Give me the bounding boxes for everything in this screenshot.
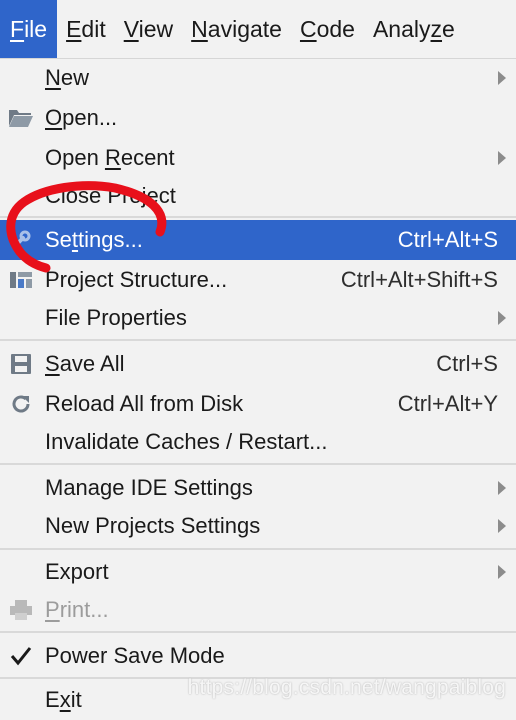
menu-item-open[interactable]: Open... — [0, 98, 516, 138]
printer-icon — [8, 597, 34, 623]
shortcut-label: Ctrl+Alt+Y — [397, 391, 498, 416]
menu-item-label: Export — [45, 559, 109, 584]
submenu-arrow-icon — [498, 71, 506, 85]
menu-view[interactable]: View — [115, 0, 182, 58]
menu-item-label: Power Save Mode — [45, 643, 225, 668]
reload-icon — [8, 391, 34, 417]
watermark-text: https://blog.csdn.net/wangpaiblog — [187, 676, 506, 699]
menu-code[interactable]: Code — [291, 0, 364, 58]
menu-edit[interactable]: Edit — [57, 0, 115, 58]
menu-separator — [0, 216, 516, 218]
submenu-arrow-icon — [498, 151, 506, 165]
folder-icon — [8, 105, 34, 131]
menu-item-save-all[interactable]: Save All Ctrl+S — [0, 344, 516, 384]
menu-analyze[interactable]: Analyze — [364, 0, 464, 58]
submenu-arrow-icon — [498, 519, 506, 533]
menu-item-export[interactable]: Export — [0, 552, 516, 592]
checkmark-icon — [8, 643, 34, 669]
menu-item-label: Manage IDE Settings — [45, 475, 253, 500]
menu-item-label: Open... — [45, 105, 118, 130]
menu-item-label: Save All — [45, 351, 125, 376]
menu-item-label: Project Structure... — [45, 267, 228, 292]
menu-separator — [0, 339, 516, 341]
menu-file[interactable]: File — [0, 0, 58, 58]
menu-item-settings[interactable]: Settings... Ctrl+Alt+S — [0, 220, 516, 260]
menu-item-label: New Projects Settings — [45, 513, 261, 538]
shortcut-label: Ctrl+Alt+S — [397, 227, 498, 252]
menu-separator — [0, 548, 516, 550]
menu-item-label: Reload All from Disk — [45, 391, 244, 416]
menu-item-power-save-mode[interactable]: Power Save Mode — [0, 636, 516, 676]
menu-item-new-projects-settings[interactable]: New Projects Settings — [0, 506, 516, 546]
menu-item-label: Print... — [45, 597, 109, 622]
menu-navigate[interactable]: Navigate — [182, 0, 291, 58]
menu-item-label: Close Project — [45, 183, 176, 208]
menu-item-label: Invalidate Caches / Restart... — [45, 429, 328, 454]
menu-item-file-properties[interactable]: File Properties — [0, 298, 516, 338]
menu-item-reload[interactable]: Reload All from Disk Ctrl+Alt+Y — [0, 384, 516, 424]
menu-item-invalidate-caches[interactable]: Invalidate Caches / Restart... — [0, 422, 516, 462]
menu-bar: File Edit View Navigate Code Analyze — [0, 0, 516, 59]
menu-item-label: File Properties — [45, 305, 187, 330]
shortcut-label: Ctrl+Alt+Shift+S — [340, 267, 498, 292]
menu-item-label: Settings... — [45, 227, 143, 252]
menu-item-project-structure[interactable]: Project Structure... Ctrl+Alt+Shift+S — [0, 260, 516, 300]
menu-item-open-recent[interactable]: Open Recent — [0, 138, 516, 178]
menu-item-manage-ide-settings[interactable]: Manage IDE Settings — [0, 468, 516, 508]
menu-item-new[interactable]: New — [0, 58, 516, 98]
menu-item-close-project[interactable]: Close Project — [0, 176, 516, 216]
project-structure-icon — [8, 267, 34, 293]
shortcut-label: Ctrl+S — [436, 351, 498, 376]
wrench-icon — [8, 227, 34, 253]
menu-separator — [0, 463, 516, 465]
menu-item-label: Open Recent — [45, 145, 175, 170]
menu-item-label: New — [45, 65, 90, 90]
save-icon — [8, 351, 34, 377]
submenu-arrow-icon — [498, 481, 506, 495]
submenu-arrow-icon — [498, 565, 506, 579]
menu-item-label: Exit — [45, 687, 82, 712]
menu-separator — [0, 631, 516, 633]
menu-item-print[interactable]: Print... — [0, 590, 516, 630]
submenu-arrow-icon — [498, 311, 506, 325]
